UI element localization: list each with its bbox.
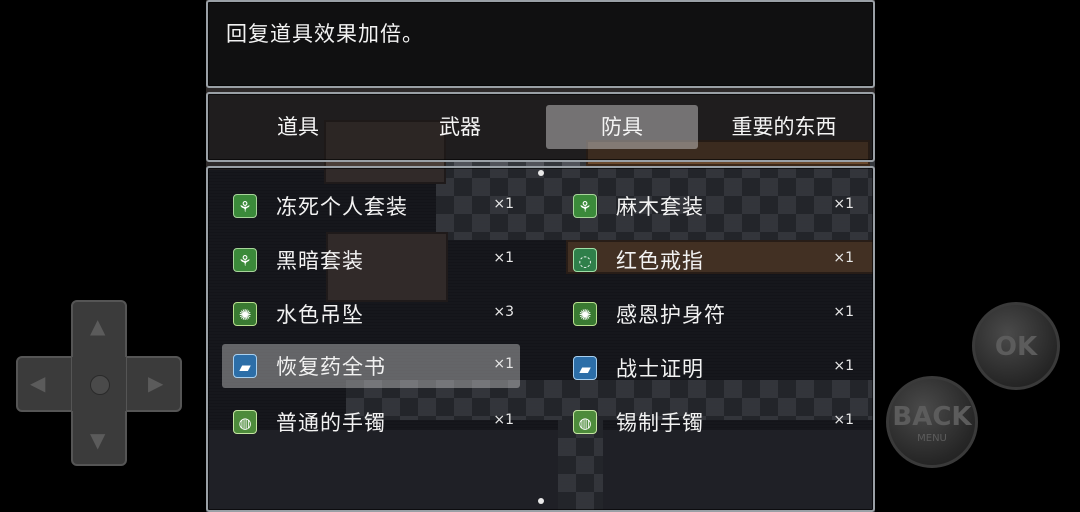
item-quantity: ×1: [833, 358, 854, 374]
scroll-up-indicator[interactable]: [538, 170, 544, 176]
dpad-left-arrow-icon[interactable]: ◀: [30, 373, 45, 393]
list-item[interactable]: ⚘ 冻死个人套装 ×1: [222, 184, 520, 228]
item-name: 锡制手镯: [616, 411, 704, 435]
dpad-up-arrow-icon[interactable]: ▲: [90, 316, 105, 336]
dpad[interactable]: ▲ ▼ ◀ ▶: [16, 300, 182, 466]
list-item[interactable]: ◌ 红色戒指 ×1: [562, 238, 860, 282]
item-name: 水色吊坠: [276, 303, 364, 327]
item-quantity: ×1: [493, 412, 514, 428]
item-quantity: ×1: [833, 412, 854, 428]
book-icon: ▰: [573, 356, 597, 380]
amulet-icon: ✺: [573, 302, 597, 326]
tab-items[interactable]: 道具: [222, 105, 374, 149]
item-quantity: ×1: [833, 250, 854, 266]
armor-icon: ⚘: [233, 248, 257, 272]
list-item[interactable]: ⚘ 黑暗套装 ×1: [222, 238, 520, 282]
list-item-selected[interactable]: ▰ 恢复药全书 ×1: [222, 344, 520, 388]
back-label: BACK: [892, 402, 972, 432]
item-name: 红色戒指: [616, 249, 704, 273]
item-quantity: ×1: [833, 304, 854, 320]
item-name: 恢复药全书: [276, 355, 386, 379]
armor-icon: ⚘: [573, 194, 597, 218]
list-item[interactable]: ◍ 普通的手镯 ×1: [222, 400, 520, 444]
dpad-center-dot: [90, 375, 110, 395]
menu-label: MENU: [917, 433, 947, 444]
tab-key-items[interactable]: 重要的东西: [708, 105, 860, 149]
ok-button[interactable]: OK: [972, 302, 1060, 390]
item-name: 感恩护身符: [616, 303, 726, 327]
item-quantity: ×1: [493, 356, 514, 372]
book-icon: ▰: [233, 354, 257, 378]
item-name: 黑暗套装: [276, 249, 364, 273]
armor-icon: ⚘: [233, 194, 257, 218]
tab-armor[interactable]: 防具: [546, 105, 698, 149]
item-quantity: ×3: [493, 304, 514, 320]
help-description: 回复道具效果加倍。: [226, 22, 424, 46]
amulet-icon: ✺: [233, 302, 257, 326]
bracelet-icon: ◍: [233, 410, 257, 434]
list-item[interactable]: ✺ 感恩护身符 ×1: [562, 292, 860, 336]
scroll-down-indicator[interactable]: [538, 498, 544, 504]
list-item[interactable]: ▰ 战士证明 ×1: [562, 346, 860, 390]
tab-weapons[interactable]: 武器: [384, 105, 536, 149]
item-name: 普通的手镯: [276, 411, 386, 435]
list-item[interactable]: ✺ 水色吊坠 ×3: [222, 292, 520, 336]
back-menu-button[interactable]: BACK MENU: [886, 376, 978, 468]
game-screen: 回复道具效果加倍。 道具 武器 防具 重要的东西 ⚘ 冻死个人套装 ×1 ⚘ 麻…: [206, 0, 875, 512]
list-item[interactable]: ⚘ 麻木套装 ×1: [562, 184, 860, 228]
ring-icon: ◌: [573, 248, 597, 272]
item-quantity: ×1: [493, 196, 514, 212]
item-name: 战士证明: [616, 357, 704, 381]
dpad-down-arrow-icon[interactable]: ▼: [90, 430, 105, 450]
category-window: 道具 武器 防具 重要的东西: [206, 92, 875, 162]
help-window: 回复道具效果加倍。: [206, 0, 875, 88]
bracelet-icon: ◍: [573, 410, 597, 434]
item-quantity: ×1: [833, 196, 854, 212]
item-quantity: ×1: [493, 250, 514, 266]
item-name: 麻木套装: [616, 195, 704, 219]
item-name: 冻死个人套装: [276, 195, 408, 219]
item-list-window: ⚘ 冻死个人套装 ×1 ⚘ 麻木套装 ×1 ⚘ 黑暗套装 ×1 ◌ 红色戒指 ×…: [206, 166, 875, 512]
list-item[interactable]: ◍ 锡制手镯 ×1: [562, 400, 860, 444]
dpad-right-arrow-icon[interactable]: ▶: [148, 373, 163, 393]
